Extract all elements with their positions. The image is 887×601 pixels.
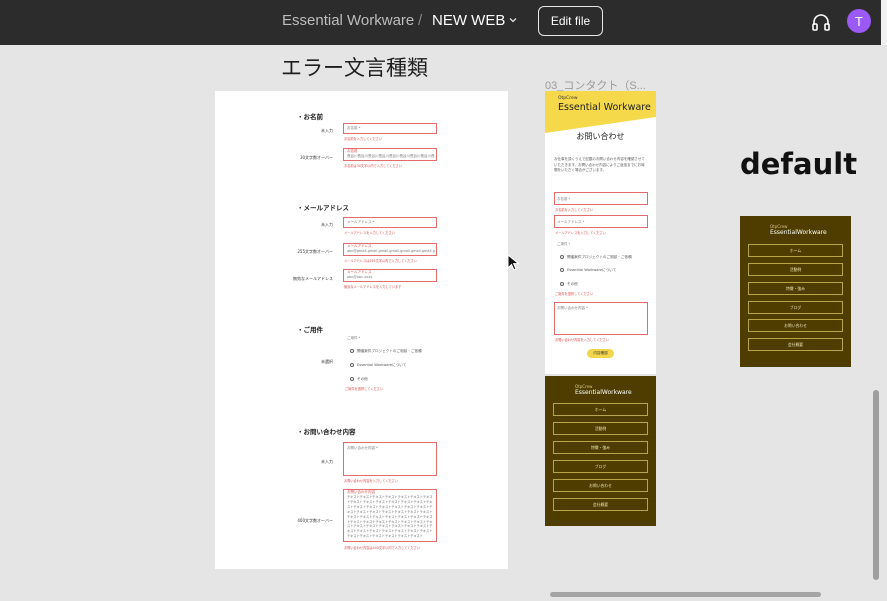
menu-item-home: ホーム — [748, 244, 843, 257]
radio-button — [560, 268, 564, 272]
error-text: お問い合わせ内容を入力してください — [344, 479, 398, 483]
section-heading-inquiry: ・お問い合わせ内容 — [297, 428, 356, 436]
section-heading-name: ・お名前 — [297, 113, 323, 121]
menu-item-blog: ブログ — [748, 301, 843, 314]
contact-title: お問い合わせ — [576, 132, 625, 141]
error-text: お名前は30文字以内で入力してください — [344, 164, 403, 168]
user-avatar[interactable]: T — [847, 9, 871, 33]
row-label: 無効なメールアドレス — [293, 276, 333, 281]
breadcrumb-separator: / — [418, 12, 423, 29]
menu-item-blog: ブログ — [553, 460, 648, 473]
row-label: 255文字数オーバー — [297, 249, 333, 254]
horizontal-scrollbar[interactable] — [550, 592, 821, 597]
radio-button — [350, 349, 354, 353]
field-placeholder: お名前 * — [347, 126, 361, 130]
row-label: 未選択 — [321, 359, 333, 364]
row-label: 未入力 — [321, 459, 333, 464]
field-value: abc@abc.xxxx — [347, 275, 373, 279]
error-text: お名前を入力してください — [555, 208, 594, 212]
vertical-scrollbar[interactable] — [873, 390, 879, 580]
purpose-heading: ご用件 * — [347, 336, 361, 340]
section-heading-purpose: ・ご用件 — [297, 326, 323, 334]
row-label: 30文字数オーバー — [299, 155, 333, 160]
contact-description: お仕事を頂くうえで記載のお問い合わせ内容を確認させていただきます。お問い合わせ内… — [554, 157, 645, 172]
radio-button — [350, 363, 354, 367]
radio-label: 開催案件プロジェクトのご相談・ご依頼 — [567, 255, 632, 259]
error-text: お問い合わせ内容を入力してください — [555, 338, 609, 342]
radio-label: Essential Workwareについて — [567, 268, 617, 272]
brand-logo-text: Essential Workware — [558, 102, 651, 113]
error-text: ご用件を選択してください — [555, 292, 594, 296]
edit-file-button[interactable]: Edit file — [538, 6, 603, 36]
field-value: 長谷川長谷川長谷川長谷川長谷川長谷川長谷川長谷川長谷川長谷川 — [347, 154, 435, 158]
row-label: 未入力 — [321, 128, 333, 133]
field-placeholder: お名前 * — [557, 197, 571, 201]
radio-label: 開催案件プロジェクトのご相談・ご依頼 — [357, 349, 422, 353]
field-placeholder: お問い合わせ内容 * — [347, 446, 378, 450]
error-text: メールアドレスを入力してください — [555, 231, 606, 235]
file-name[interactable]: NEW WEB — [432, 12, 505, 29]
field-placeholder: メールアドレス * — [557, 220, 585, 224]
menu-item-works: 活動例 — [748, 263, 843, 276]
field-value: abc@gmail.gmail.gmail.gmail.gmail.gmail.… — [347, 249, 435, 253]
menu-item-works: 活動例 — [553, 422, 648, 435]
menu-brand-logo: EssentialWorkware — [575, 389, 632, 396]
chevron-down-icon[interactable] — [508, 15, 518, 25]
field-placeholder: メールアドレス * — [347, 220, 375, 224]
menu-brand-logo: EssentialWorkware — [770, 229, 827, 236]
purpose-heading: ご用件 * — [557, 242, 571, 246]
error-messages-frame[interactable]: ・お名前 未入力 お名前 * お名前を入力してください 30文字数オーバー お名… — [215, 91, 508, 569]
menu-frame-default[interactable]: OtpCrew EssentialWorkware ホーム 活動例 特徴・強み … — [740, 216, 851, 367]
menu-item-features: 特徴・強み — [748, 282, 843, 295]
row-label: 400文字数オーバー — [297, 518, 333, 523]
error-text: ご用件を選択してください — [345, 387, 384, 391]
top-bar: Essential Workware / NEW WEB Edit file T — [0, 0, 887, 45]
field-value: テキストテキストテキストテキストテキストテキストテキストテキストテキストテキスト… — [347, 495, 433, 539]
page-title: エラー文言種類 — [281, 56, 428, 80]
radio-button — [560, 255, 564, 259]
menu-item-home: ホーム — [553, 403, 648, 416]
field-placeholder: お問い合わせ内容 * — [557, 306, 588, 310]
menu-item-company: 会社概要 — [553, 498, 648, 511]
menu-item-features: 特徴・強み — [553, 441, 648, 454]
row-label: 未入力 — [321, 222, 333, 227]
default-label: default — [740, 147, 858, 181]
radio-label: その他 — [567, 282, 578, 286]
radio-label: その他 — [357, 377, 368, 381]
error-text: メールアドレスは255文字以内で入力してください — [344, 259, 417, 263]
contact-page-frame[interactable]: OtpCrew Essential Workware お問い合わせ お仕事を頂く… — [545, 91, 656, 374]
radio-label: Essential Workwareについて — [357, 363, 407, 367]
radio-button — [560, 282, 564, 286]
confirm-button: 内容確認 — [587, 349, 614, 358]
mouse-cursor-icon — [507, 254, 520, 271]
menu-item-contact: お問い合わせ — [553, 479, 648, 492]
radio-button — [350, 377, 354, 381]
menu-item-company: 会社概要 — [748, 338, 843, 351]
error-text: お名前を入力してください — [344, 137, 383, 141]
brand-small: OtpCrew — [558, 96, 578, 101]
window-edge — [881, 0, 887, 45]
error-text: メールアドレスを入力してください — [344, 231, 395, 235]
error-text: お問い合わせ内容は400文字以内で入力してください — [344, 546, 421, 550]
headphones-icon[interactable] — [810, 11, 832, 33]
project-name-link[interactable]: Essential Workware — [282, 12, 414, 29]
error-text: 無効なメールアドレスを入力しています — [344, 285, 402, 289]
menu-item-contact: お問い合わせ — [748, 319, 843, 332]
section-heading-email: ・メールアドレス — [297, 204, 349, 212]
menu-frame-mobile[interactable]: OtpCrew EssentialWorkware ホーム 活動例 特徴・強み … — [545, 376, 656, 526]
